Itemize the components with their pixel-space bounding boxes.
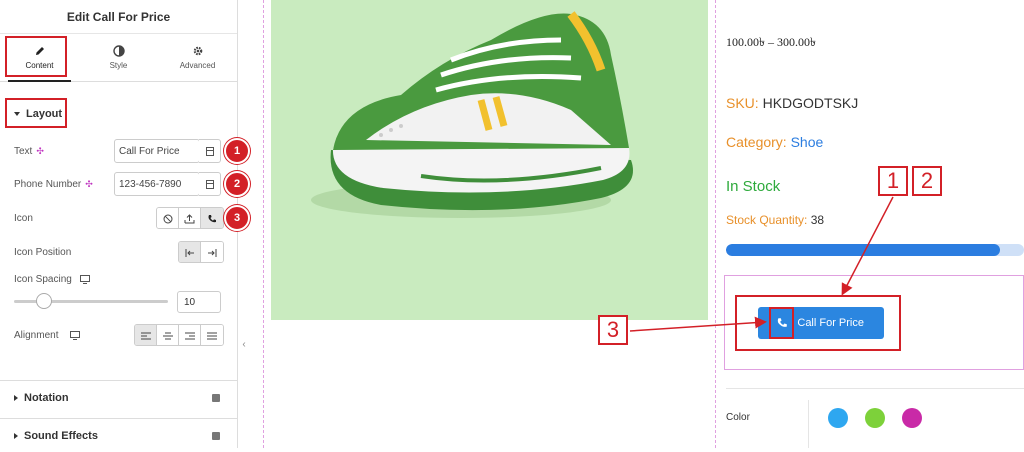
annotation-arrows: [0, 0, 1024, 448]
color-attribute-label: Color: [726, 412, 750, 423]
color-swatch-green[interactable]: [865, 408, 885, 428]
color-swatch-magenta[interactable]: [902, 408, 922, 428]
color-swatch-blue[interactable]: [828, 408, 848, 428]
attributes-column-divider: [808, 400, 809, 448]
attributes-divider: [726, 388, 1024, 389]
arrow-3: [630, 322, 764, 331]
arrow-1-2: [843, 197, 893, 293]
